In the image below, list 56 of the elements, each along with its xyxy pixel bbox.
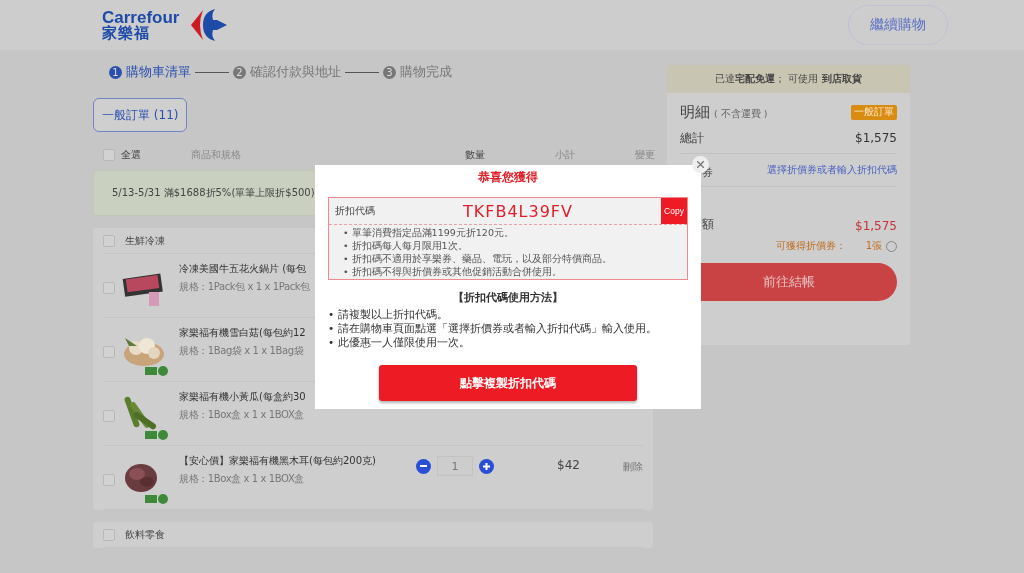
delete-link[interactable]: 刪除 xyxy=(623,460,643,474)
quantity-field[interactable]: 1 xyxy=(437,456,474,476)
product-spec: 規格：1Box盒 x 1 x 1BOX盒 xyxy=(179,408,305,422)
summary-note: ( 不含運費 ) xyxy=(714,107,768,121)
subtotal: $42 xyxy=(556,458,581,472)
plus-button[interactable] xyxy=(479,458,495,474)
checkbox[interactable] xyxy=(103,474,115,486)
logo-text: 家樂福 xyxy=(102,26,151,41)
payable-label: 額 xyxy=(702,217,714,231)
howto-title: 【折扣代碼使用方法】 xyxy=(452,290,564,305)
minus-button[interactable] xyxy=(416,458,432,474)
close-icon xyxy=(697,161,704,168)
product-spec: 規格：1Pack包 x 1 x 1Pack包 xyxy=(179,280,311,294)
dialog-title: 恭喜您獲得 xyxy=(477,169,539,186)
checkbox[interactable] xyxy=(103,234,115,247)
payable-value: $1,575 xyxy=(855,219,897,233)
minus-icon xyxy=(420,465,428,467)
select-all-label: 全選 xyxy=(121,148,142,162)
checkbox[interactable] xyxy=(103,282,115,294)
term-item: • 折扣碼不適用於享樂券、藥品、電玩，以及部分特價商品。 xyxy=(343,252,613,265)
copy-button[interactable]: Copy xyxy=(661,198,687,224)
howto-item: • 請在購物車頁面點選「選擇折價券或者輸入折扣代碼」輸入使用。 xyxy=(328,321,658,335)
total-value: $1,575 xyxy=(855,131,897,145)
product-spec: 規格：1Bag袋 x 1 x 1Bag袋 xyxy=(179,344,305,358)
step-number: 1 xyxy=(109,65,122,79)
order-tab[interactable]: 一般訂單 (11) xyxy=(93,98,188,132)
copy-code-button[interactable]: 點擊複製折扣代碼 xyxy=(379,365,637,401)
checkbox[interactable] xyxy=(103,528,115,541)
plus-icon xyxy=(483,462,491,470)
category-name: 飲料零食 xyxy=(125,527,165,542)
step-label: 購物車清單 xyxy=(126,63,191,81)
checkbox[interactable] xyxy=(103,410,115,422)
product-spec: 規格：1Box盒 x 1 x 1BOX盒 xyxy=(179,472,305,486)
order-type-badge: 一般訂單 xyxy=(851,104,897,120)
term-item: • 折扣碼每人每月限用1次。 xyxy=(343,239,469,252)
step-label: 確認付款與地址 xyxy=(250,63,341,81)
coupons-count: 1張 xyxy=(865,239,882,253)
code-label: 折扣代碼 xyxy=(335,204,375,218)
howto-item: • 請複製以上折扣代碼。 xyxy=(328,307,449,321)
howto-item: • 此優惠一人僅限使用一次。 xyxy=(328,335,471,349)
summary-title: 明細 xyxy=(680,102,710,122)
checkbox[interactable] xyxy=(103,346,115,358)
coupon-link[interactable]: 選擇折價券或者輸入折扣代碼 xyxy=(767,163,897,177)
coupons-label: 可獲得折價券： xyxy=(775,239,846,253)
term-item: • 單筆消費指定品滿1199元折120元。 xyxy=(343,226,515,239)
step-number: 3 xyxy=(383,65,396,79)
step-label: 購物完成 xyxy=(400,63,452,81)
column-header: 數量 xyxy=(465,148,486,162)
term-item: • 折扣碼不得與折價券或其他促銷活動合併使用。 xyxy=(343,265,563,278)
shipping-notice: 已達宅配免運； 可使用 到店取貨 xyxy=(715,72,862,86)
logo-text: Carrefour xyxy=(102,9,180,26)
product-name[interactable]: 【安心價】家樂福有機黑木耳(每包約200克) xyxy=(179,454,417,468)
total-label: 總計 xyxy=(680,129,704,147)
checkbox[interactable] xyxy=(103,149,115,161)
category-name: 生鮮冷凍 xyxy=(125,233,165,248)
step-number: 2 xyxy=(233,65,246,79)
